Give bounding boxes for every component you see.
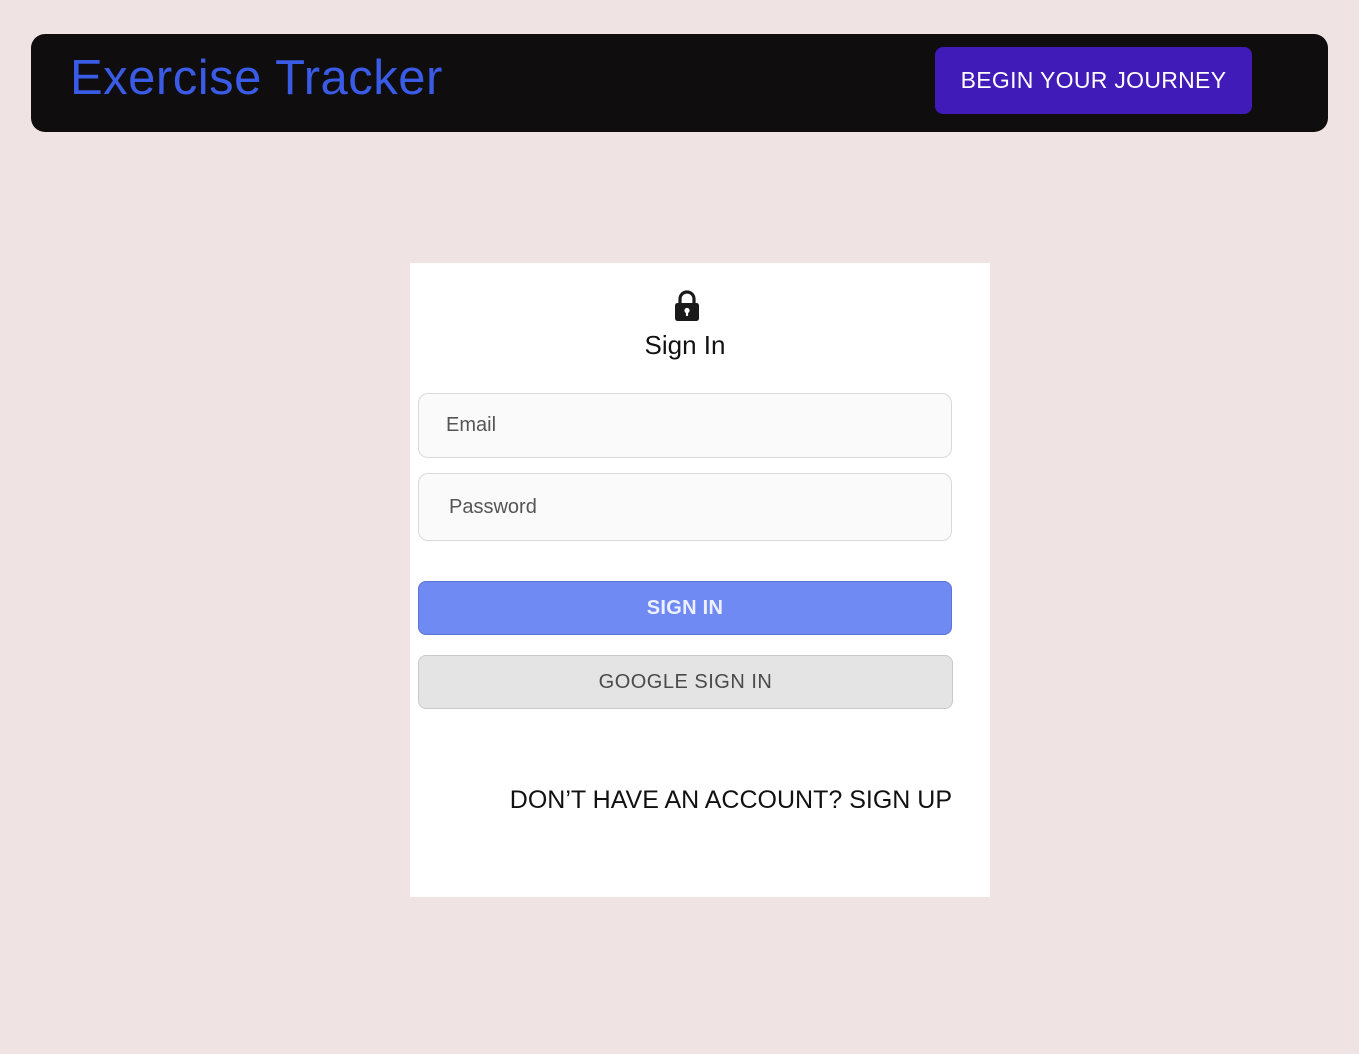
lock-icon <box>675 290 699 321</box>
sign-up-link[interactable]: DON’T HAVE AN ACCOUNT? SIGN UP <box>510 783 952 817</box>
app-title[interactable]: Exercise Tracker <box>70 48 443 108</box>
password-field[interactable] <box>418 473 952 541</box>
begin-journey-button[interactable]: BEGIN YOUR JOURNEY <box>935 47 1252 114</box>
signin-card: Sign In SIGN IN GOOGLE SIGN IN DON’T HAV… <box>410 263 990 897</box>
signin-title: Sign In <box>644 330 726 360</box>
google-sign-in-button[interactable]: GOOGLE SIGN IN <box>418 655 953 709</box>
sign-in-button[interactable]: SIGN IN <box>418 581 952 635</box>
top-navbar: Exercise Tracker BEGIN YOUR JOURNEY <box>31 34 1328 132</box>
email-field[interactable] <box>418 393 952 458</box>
